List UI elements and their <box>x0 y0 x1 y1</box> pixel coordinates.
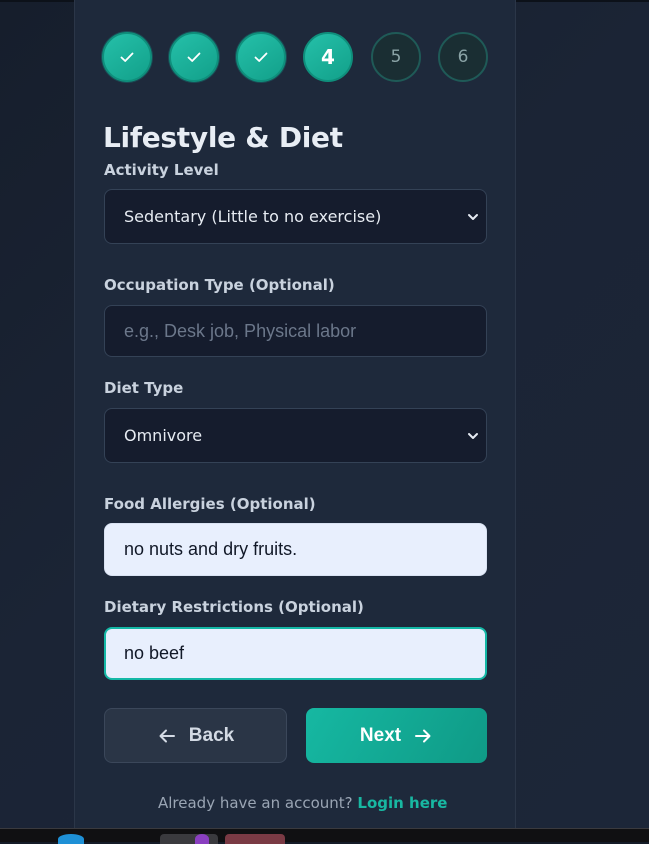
activity-level-label: Activity Level <box>104 161 219 179</box>
login-prompt: Already have an account? Login here <box>158 794 447 812</box>
activity-level-value: Sedentary (Little to no exercise) <box>124 207 382 226</box>
check-icon <box>120 52 134 62</box>
taskbar-app-icon[interactable] <box>195 834 209 844</box>
food-allergies-value: no nuts and dry fruits. <box>124 539 298 559</box>
chevron-down-icon <box>468 432 478 439</box>
check-icon <box>254 52 268 62</box>
taskbar-app-icon[interactable] <box>58 834 84 844</box>
back-button-label: Back <box>188 724 235 746</box>
step-number: 4 <box>321 45 335 69</box>
step-6-pending: 6 <box>438 32 488 82</box>
occupation-placeholder: e.g., Desk job, Physical labor <box>124 320 357 341</box>
step-5-pending: 5 <box>371 32 421 82</box>
check-icon <box>187 52 201 62</box>
chevron-down-icon <box>468 213 478 220</box>
dietary-restrictions-input[interactable]: no beef <box>104 627 487 680</box>
food-allergies-input[interactable]: no nuts and dry fruits. <box>104 523 487 576</box>
diet-type-select[interactable]: Omnivore <box>104 408 487 463</box>
taskbar <box>0 828 649 844</box>
food-allergies-label: Food Allergies (Optional) <box>104 495 316 513</box>
next-button[interactable]: Next <box>306 708 487 763</box>
section-title: Lifestyle & Diet <box>103 121 343 154</box>
login-prompt-text: Already have an account? <box>158 794 353 812</box>
diet-type-value: Omnivore <box>124 426 203 445</box>
step-2-completed <box>169 32 219 82</box>
dietary-restrictions-value: no beef <box>124 643 185 663</box>
taskbar-app-icon[interactable] <box>225 834 285 844</box>
diet-type-label: Diet Type <box>104 379 184 397</box>
activity-level-select[interactable]: Sedentary (Little to no exercise) <box>104 189 487 244</box>
next-button-label: Next <box>359 724 402 746</box>
arrow-left-icon <box>159 729 175 742</box>
step-3-completed <box>236 32 286 82</box>
step-number: 5 <box>390 47 402 67</box>
login-link[interactable]: Login here <box>357 794 447 812</box>
occupation-input[interactable]: e.g., Desk job, Physical labor <box>104 305 487 357</box>
taskbar-app-icon[interactable] <box>160 834 218 844</box>
back-button[interactable]: Back <box>104 708 287 763</box>
step-1-completed <box>102 32 152 82</box>
occupation-label: Occupation Type (Optional) <box>104 276 335 294</box>
step-number: 6 <box>457 47 469 67</box>
step-4-current: 4 <box>303 32 353 82</box>
arrow-right-icon <box>415 729 431 742</box>
dietary-restrictions-label: Dietary Restrictions (Optional) <box>104 598 364 616</box>
